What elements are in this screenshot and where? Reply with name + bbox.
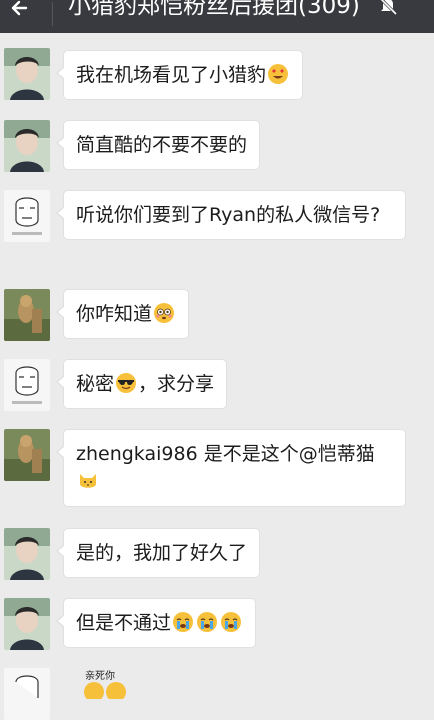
message-bubble[interactable]: 是的，我加了好久了 [55,528,261,578]
message-text: 是的，我加了好久了 [76,542,248,564]
message-bubble[interactable]: zhengkai986 是不是这个@恺蒂猫 [56,429,406,507]
crying-emoji-icon [173,612,194,632]
message-text: ，求分享 [138,373,215,395]
crying-emoji-icon [197,612,218,632]
cat-emoji-icon [80,474,96,488]
cartoon-face-sticker-avatar[interactable] [4,359,50,411]
young-man-avatar[interactable] [4,598,50,650]
meerkat-avatar[interactable] [4,289,50,341]
message-text: 秘密 [76,373,115,395]
young-man-avatar[interactable] [4,120,50,172]
young-man-avatar[interactable] [4,48,50,100]
message-bubble[interactable]: 简直酷的不要不要的 [55,120,261,170]
sunglasses-emoji-icon [116,373,137,393]
header-divider [52,2,53,26]
flushed-emoji-icon [154,303,175,323]
message-text: 但是不通过 [76,612,172,634]
message-bubble[interactable]: 听说你们要到了Ryan的私人微信号? [56,190,406,240]
meerkat-avatar[interactable] [4,429,50,481]
message-bubble[interactable]: 我在机场看见了小猎豹 [55,50,304,100]
back-arrow-icon[interactable] [6,0,34,22]
sticker-faces-icon[interactable] [78,678,138,699]
message-text: zhengkai986 是不是这个@恺蒂猫 [76,443,375,465]
message-text: 我在机场看见了小猎豹 [76,64,267,86]
chat-title: 小猎豹郑恺粉丝后援团(309) [68,0,360,21]
message-text: 你咋知道 [76,303,153,325]
message-text: 简直酷的不要不要的 [76,134,248,156]
crying-emoji-icon [221,612,242,632]
group-name: 小猎豹郑恺粉丝后援团 [68,0,298,19]
cartoon-face-sticker-avatar[interactable] [4,190,50,242]
heart-eyes-emoji-icon [268,64,289,84]
message-bubble[interactable]: 秘密 ，求分享 [55,359,228,409]
message-bubble[interactable]: 但是不通过 [55,598,257,648]
cartoon-face-sticker-avatar[interactable] [4,668,50,720]
young-man-avatar[interactable] [4,528,50,580]
message-text: 听说你们要到了Ryan的私人微信号? [76,204,381,226]
member-count: (309) [298,0,360,19]
message-bubble[interactable]: 你咋知道 [55,289,190,339]
mute-bell-icon[interactable] [378,0,398,16]
chat-header: 小猎豹郑恺粉丝后援团(309) [0,0,434,33]
